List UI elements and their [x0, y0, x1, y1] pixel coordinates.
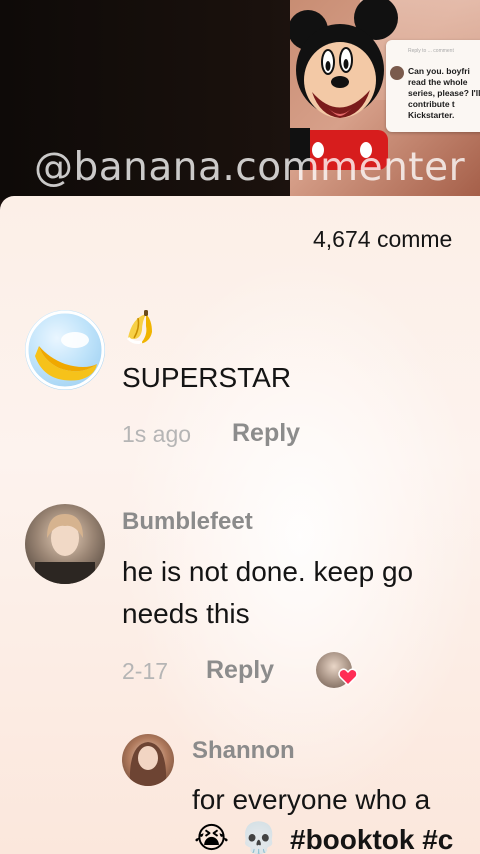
banana-avatar-image	[25, 310, 105, 390]
comment-text-line2: needs this	[122, 598, 250, 629]
watermark-handle: @banana.commenter	[34, 145, 466, 190]
comment-text-line1: he is not done. keep go	[122, 556, 414, 587]
comment-username[interactable]: Bumblefeet	[122, 508, 253, 536]
note-text: Can you. boyfri read the whole series, p…	[408, 66, 480, 120]
note-reply-to: Reply to ... comment	[408, 48, 454, 54]
comment-text: SUPERSTAR	[122, 362, 292, 393]
comment-count: 4,674 comme	[313, 226, 453, 252]
hashtags[interactable]: #booktok #c	[290, 824, 453, 854]
note-avatar	[390, 66, 404, 80]
pip-reply-note: Reply to ... comment Can you. boyfri rea…	[386, 40, 480, 132]
crying-emoji-icon: 😭	[194, 821, 230, 854]
comment-time: 1s ago	[122, 421, 192, 447]
light-glow	[120, 256, 480, 816]
comments-sheet: 4,674 comme SUPERSTAR 1s ago Reply Bumbl…	[0, 196, 480, 854]
avatar[interactable]	[25, 310, 105, 390]
heart-icon	[338, 668, 358, 686]
comment-text-line1: for everyone who a	[192, 784, 431, 815]
reply-button[interactable]: Reply	[206, 656, 274, 685]
skull-emoji-icon: 💀	[240, 821, 278, 854]
comment-username[interactable]: Shannon	[192, 737, 295, 765]
avatar[interactable]	[25, 504, 105, 584]
bumblefeet-avatar-image	[35, 514, 95, 584]
avatar[interactable]	[122, 734, 174, 786]
reply-button[interactable]: Reply	[232, 419, 300, 448]
shannon-avatar-image	[129, 742, 167, 786]
banana-emoji-icon	[126, 310, 152, 344]
comment-time: 2-17	[122, 658, 169, 684]
